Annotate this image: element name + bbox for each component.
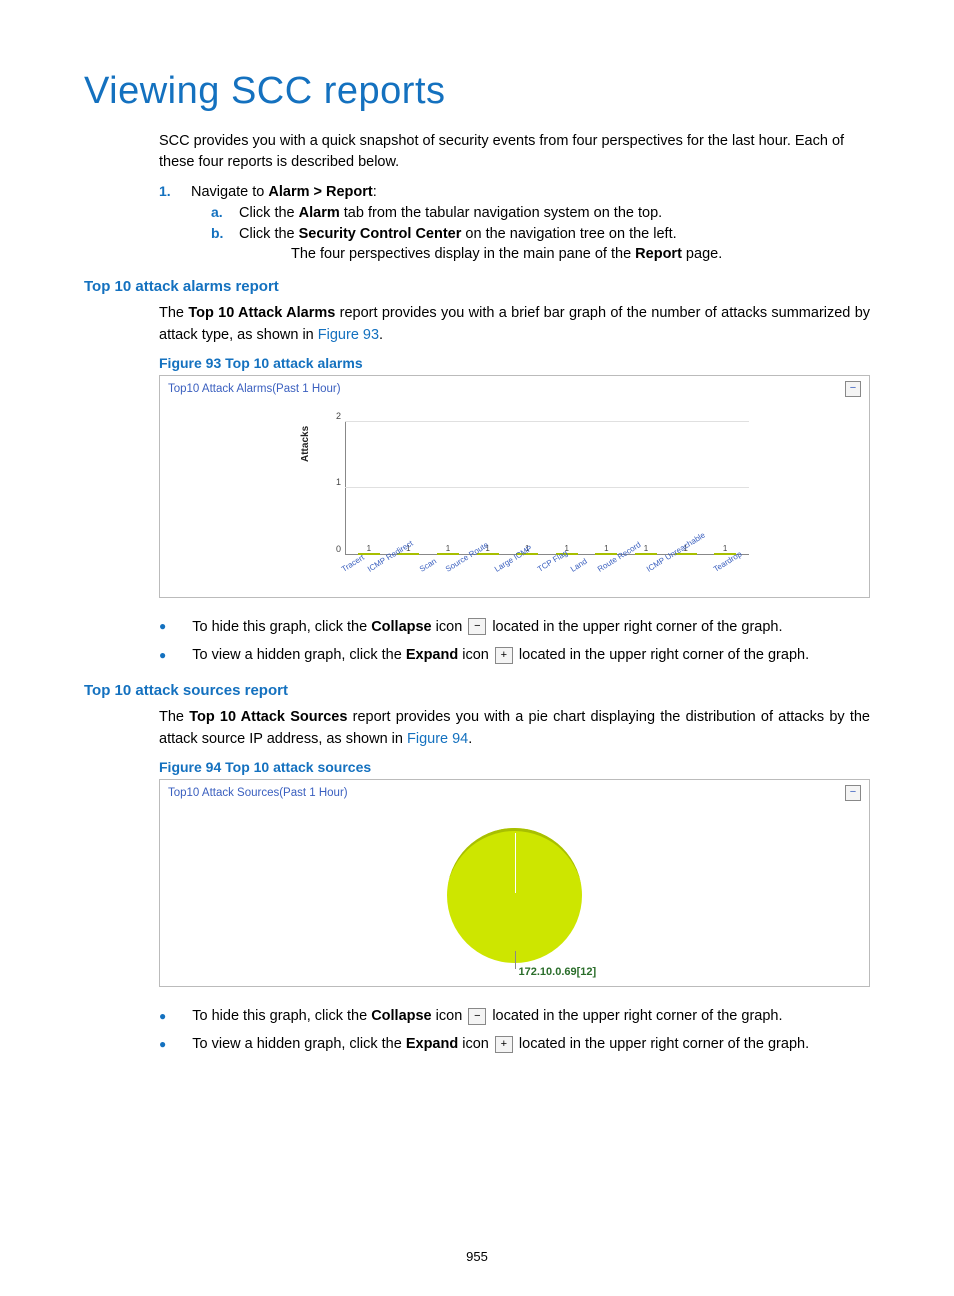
figure-94-link[interactable]: Figure 94	[407, 731, 468, 747]
expand-icon: +	[495, 1036, 513, 1053]
figure-93-link[interactable]: Figure 93	[318, 327, 379, 343]
bullet-icon: ●	[159, 646, 166, 665]
bullet-icon: ●	[159, 617, 166, 636]
pie-chart: 172.10.0.69[12]	[160, 806, 869, 986]
list-item: ● To view a hidden graph, click the Expa…	[159, 644, 870, 666]
substep-letter: b.	[211, 225, 239, 241]
bar-xlabel: Teardrop	[712, 549, 761, 601]
bar-chart-ylabel: Attacks	[300, 425, 311, 461]
substep-letter: a.	[211, 204, 239, 220]
list-item: ● To view a hidden graph, click the Expa…	[159, 1033, 870, 1055]
figure-94: Top10 Attack Sources(Past 1 Hour) − 172.…	[159, 779, 870, 987]
collapse-icon[interactable]: −	[845, 381, 861, 397]
section-heading-sources: Top 10 attack sources report	[84, 682, 870, 699]
pie-slice-label: 172.10.0.69[12]	[519, 966, 597, 978]
substep-text: Click the Security Control Center on the…	[239, 226, 677, 242]
section2-paragraph: The Top 10 Attack Sources report provide…	[159, 707, 870, 751]
figure-94-caption: Figure 94 Top 10 attack sources	[159, 759, 870, 775]
page-title: Viewing SCC reports	[84, 70, 870, 113]
collapse-icon: −	[468, 618, 486, 635]
bullet-icon: ●	[159, 1007, 166, 1026]
collapse-icon[interactable]: −	[845, 785, 861, 801]
figure-94-header: Top10 Attack Sources(Past 1 Hour)	[168, 787, 348, 799]
figure-93-caption: Figure 93 Top 10 attack alarms	[159, 355, 870, 371]
figure-93: Top10 Attack Alarms(Past 1 Hour) − Attac…	[159, 375, 870, 598]
section-heading-alarms: Top 10 attack alarms report	[84, 278, 870, 295]
expand-icon: +	[495, 647, 513, 664]
bullet-icon: ●	[159, 1035, 166, 1054]
collapse-icon: −	[468, 1008, 486, 1025]
intro-paragraph: SCC provides you with a quick snapshot o…	[159, 131, 870, 173]
bar-chart: Attacks 0 1 2 1111111111 TracertICMP Red…	[160, 402, 869, 597]
page-number: 955	[0, 1249, 954, 1264]
pie-slice	[447, 828, 582, 963]
substep-text: Click the Alarm tab from the tabular nav…	[239, 205, 662, 221]
substep-result: The four perspectives display in the mai…	[291, 246, 870, 262]
list-item: ● To hide this graph, click the Collapse…	[159, 616, 870, 638]
list-item: ● To hide this graph, click the Collapse…	[159, 1005, 870, 1027]
step-text: Navigate to Alarm > Report:	[191, 184, 377, 200]
figure-93-header: Top10 Attack Alarms(Past 1 Hour)	[168, 383, 341, 395]
step-number: 1.	[159, 183, 191, 199]
section1-paragraph: The Top 10 Attack Alarms report provides…	[159, 303, 870, 347]
